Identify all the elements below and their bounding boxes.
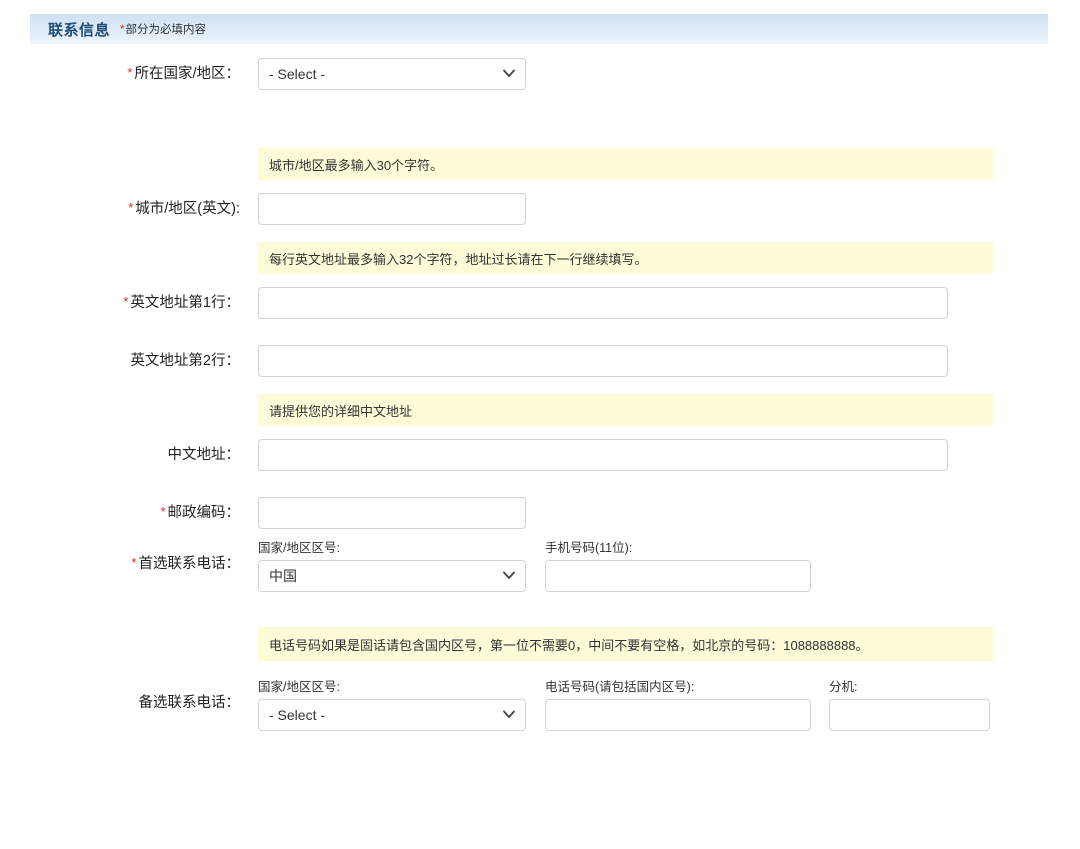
primary-phone-label-text: 首选联系电话： [139, 556, 241, 572]
address-line2-label: 英文地址第2行： [0, 352, 240, 370]
address-line1-required-asterisk: * [123, 294, 128, 309]
field-row-address-line2: 英文地址第2行： [0, 332, 1080, 390]
alternate-phone-country-code-group: 国家/地区区号: - Select - [258, 681, 526, 731]
postal-code-input[interactable] [258, 497, 526, 529]
primary-phone-number-input[interactable] [545, 560, 811, 592]
address-line2-label-text: 英文地址第2行： [130, 353, 240, 369]
field-row-address-line1: *英文地址第1行： [0, 274, 1080, 332]
country-select[interactable]: - Select - [258, 58, 526, 90]
field-row-primary-phone: *首选联系电话： 国家/地区区号: 中国 手机号码(11位): [0, 542, 1080, 606]
section-title: 联系信息 [48, 19, 110, 40]
alternate-phone-label: 备选联系电话： [0, 681, 240, 712]
chinese-address-input[interactable] [258, 439, 948, 471]
city-input[interactable] [258, 193, 526, 225]
alternate-phone-number-input[interactable] [545, 699, 811, 731]
alternate-phone-country-code-sublabel: 国家/地区区号: [258, 681, 526, 695]
country-label: *所在国家/地区： [0, 65, 240, 83]
postal-code-required-asterisk: * [160, 504, 165, 519]
postal-code-label: *邮政编码： [0, 504, 240, 522]
alternate-phone-ext-sublabel: 分机: [829, 681, 990, 695]
primary-phone-label: *首选联系电话： [0, 542, 240, 573]
alternate-phone-number-group: 电话号码(请包括国内区号): [545, 681, 811, 731]
alternate-phone-ext-input[interactable] [829, 699, 990, 731]
primary-phone-country-code-select-wrap: 中国 [258, 560, 526, 592]
address-hint-band: 每行英文地址最多输入32个字符，地址过长请在下一行继续填写。 [258, 242, 993, 274]
field-row-city: *城市/地区(英文): [0, 180, 1080, 238]
chinese-address-label-text: 中文地址： [168, 447, 241, 463]
chinese-address-hint-band: 请提供您的详细中文地址 [258, 394, 993, 426]
primary-phone-number-sublabel: 手机号码(11位): [545, 542, 811, 556]
field-row-chinese-address: 中文地址： [0, 426, 1080, 484]
city-label-text: 城市/地区(英文): [135, 201, 240, 217]
alternate-phone-country-code-select[interactable]: - Select - [258, 699, 526, 731]
chinese-address-field [258, 439, 948, 471]
postal-code-field [258, 497, 526, 529]
postal-code-label-text: 邮政编码： [168, 505, 241, 521]
primary-phone-required-asterisk: * [131, 555, 136, 570]
primary-phone-country-code-select[interactable]: 中国 [258, 560, 526, 592]
field-row-alternate-phone: 备选联系电话： 国家/地区区号: - Select - 电话号码(请包括国内区号… [0, 681, 1080, 745]
alternate-phone-field: 国家/地区区号: - Select - 电话号码(请包括国内区号): 分机: [258, 681, 990, 731]
address-line1-label-text: 英文地址第1行： [130, 295, 240, 311]
city-required-asterisk: * [128, 200, 133, 215]
primary-phone-country-code-group: 国家/地区区号: 中国 [258, 542, 526, 592]
required-fields-note: *部分为必填内容 [120, 21, 206, 37]
primary-phone-field: 国家/地区区号: 中国 手机号码(11位): [258, 542, 811, 592]
field-row-postal-code: *邮政编码： [0, 484, 1080, 542]
country-label-text: 所在国家/地区： [134, 66, 240, 82]
city-hint-band: 城市/地区最多输入30个字符。 [258, 148, 993, 180]
country-required-asterisk: * [127, 65, 132, 80]
address-line2-input[interactable] [258, 345, 948, 377]
address-line1-field [258, 287, 948, 319]
country-select-wrap: - Select - [258, 58, 526, 90]
field-row-country: *所在国家/地区： - Select - [0, 44, 1080, 104]
city-label: *城市/地区(英文): [0, 200, 240, 218]
primary-phone-country-code-sublabel: 国家/地区区号: [258, 542, 526, 556]
section-header: 联系信息 *部分为必填内容 [30, 14, 1048, 44]
address-line2-field [258, 345, 948, 377]
address-line1-input[interactable] [258, 287, 948, 319]
phone-format-hint-band: 电话号码如果是固话请包含国内区号，第一位不需要0，中间不要有空格，如北京的号码：… [258, 627, 993, 661]
alternate-phone-number-sublabel: 电话号码(请包括国内区号): [545, 681, 811, 695]
primary-phone-number-group: 手机号码(11位): [545, 542, 811, 592]
country-field: - Select - [258, 58, 526, 90]
city-field [258, 193, 526, 225]
alternate-phone-country-code-select-wrap: - Select - [258, 699, 526, 731]
contact-information-form: *所在国家/地区： - Select - 城市/地区最多输入30个字符。 *城市… [0, 44, 1080, 745]
address-line1-label: *英文地址第1行： [0, 294, 240, 312]
chinese-address-label: 中文地址： [0, 446, 240, 464]
alternate-phone-ext-group: 分机: [829, 681, 990, 731]
alternate-phone-label-text: 备选联系电话： [139, 695, 241, 711]
required-note-text: 部分为必填内容 [126, 24, 207, 36]
required-asterisk: * [120, 24, 124, 36]
